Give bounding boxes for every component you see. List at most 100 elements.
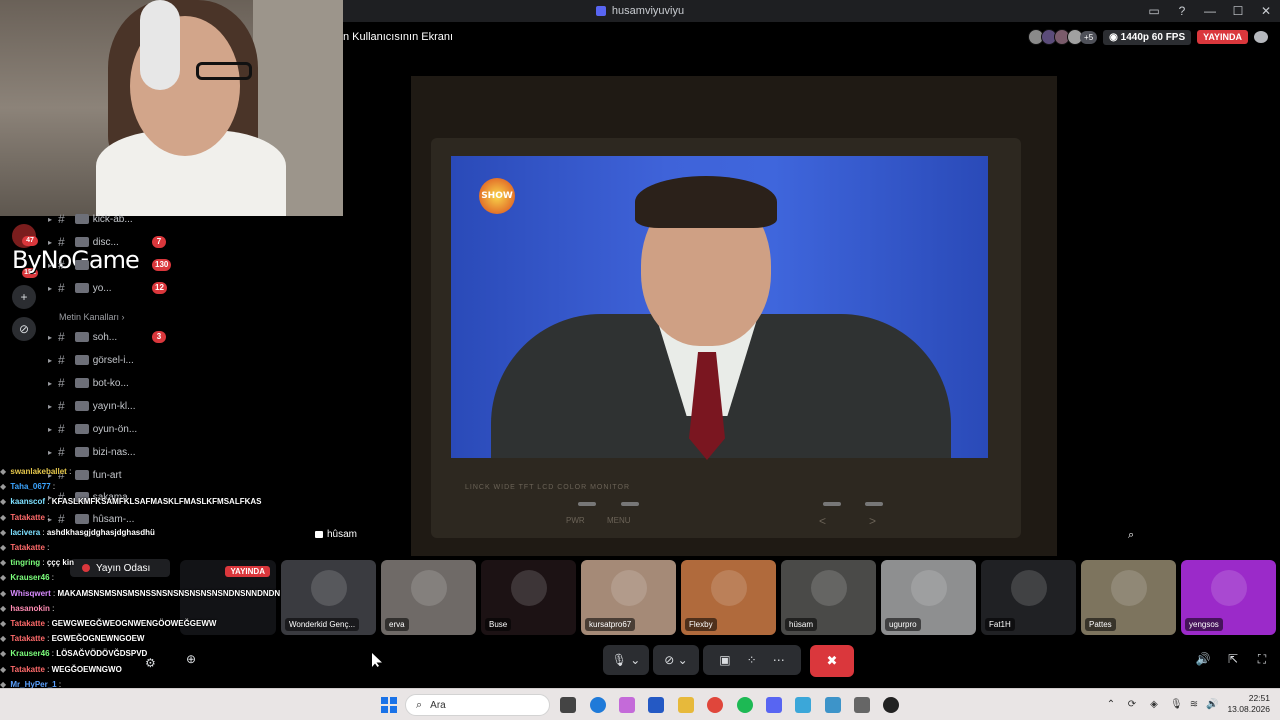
chevron-down-icon[interactable]: ⌄ — [678, 653, 688, 667]
windows-start-icon[interactable] — [381, 697, 397, 713]
chevron-right-icon[interactable]: ▸ — [48, 425, 52, 434]
popout-icon[interactable]: ⇱ — [1224, 652, 1242, 670]
chevron-right-icon[interactable]: ▸ — [48, 261, 52, 270]
add-server-icon[interactable]: + — [12, 285, 36, 309]
participant-tile[interactable]: ugurpro — [881, 560, 976, 635]
more-icon[interactable]: ⋯ — [773, 653, 785, 667]
left-button — [823, 502, 841, 506]
help-icon[interactable]: ? — [1168, 4, 1196, 18]
chevron-up-icon[interactable]: ⌃ — [1105, 699, 1117, 711]
chat-message: ◆ lacivera : ashdkhasgjdghasjdghasdhü — [0, 525, 300, 540]
chrome-icon[interactable] — [707, 697, 723, 713]
file-explorer-icon[interactable] — [678, 697, 694, 713]
copilot-icon[interactable] — [619, 697, 635, 713]
disconnect-button[interactable]: ✖ — [810, 645, 854, 677]
streamer-name-label: hûsam — [315, 529, 357, 540]
activities-icon[interactable]: ⁘ — [747, 653, 757, 667]
participant-tile[interactable]: hüsam — [781, 560, 876, 635]
wifi-icon[interactable]: ≋ — [1188, 699, 1200, 711]
viewer-more-count: +5 — [1080, 30, 1098, 44]
discover-icon[interactable]: ⊘ — [12, 317, 36, 341]
participant-tile[interactable]: erva — [381, 560, 476, 635]
chevron-down-icon[interactable]: ⌄ — [630, 653, 640, 667]
participant-tile[interactable]: Buse — [481, 560, 576, 635]
channel-item[interactable]: ▸ #130 — [40, 256, 172, 274]
viewer-avatars[interactable]: +5 — [1028, 29, 1098, 45]
chat-badge-icon: ◆ — [0, 467, 9, 476]
zoom-icon[interactable]: ⌕ — [1128, 529, 1142, 543]
screen-share-icon[interactable]: ▣ — [719, 653, 730, 667]
discord-stream-window: husamviyuviyu ▭ ? — ☐ ✕ n Kullanıcısının… — [0, 0, 1280, 720]
chat-badge-icon: ◆ — [0, 664, 9, 674]
chat-separator: : — [44, 634, 52, 644]
chevron-right-icon[interactable]: ▸ — [48, 238, 52, 247]
stream-video[interactable]: SHOW LINCK WIDE TFT LCD COLOR MONITOR PW… — [411, 76, 1057, 556]
channel-item[interactable]: ▸ # bot-ko... — [40, 374, 129, 392]
chat-username: lacivera — [10, 527, 41, 537]
channel-item[interactable]: ▸ # soh... 3 — [40, 328, 166, 346]
microphone-tray-icon[interactable]: 🎙 — [1170, 699, 1183, 711]
channel-item[interactable]: ▸ # görsel-i... — [40, 351, 134, 369]
spotify-icon[interactable] — [737, 697, 753, 713]
chevron-right-icon[interactable]: ▸ — [48, 284, 52, 293]
store-icon[interactable] — [648, 697, 664, 713]
chevron-right-icon[interactable]: ▸ — [48, 215, 52, 224]
channel-emoji-icon — [74, 378, 89, 388]
chevron-right-icon[interactable]: ▸ — [48, 379, 52, 388]
channel-item[interactable]: ▸ # disc... 7 — [40, 233, 166, 251]
microphone-button[interactable]: 🎙 ⌄ — [603, 645, 649, 675]
chat-username: tingring — [10, 558, 41, 568]
chat-bubble-icon[interactable] — [1254, 31, 1268, 43]
chevron-right-icon[interactable]: ▸ — [48, 333, 52, 342]
app-tray-icon[interactable]: ◈ — [1148, 699, 1160, 711]
chat-username: Tatakatte — [10, 619, 45, 629]
minimize-button[interactable]: — — [1196, 4, 1224, 18]
settings-icon[interactable] — [854, 697, 870, 713]
taskbar-clock[interactable]: 22:51 13.08.2026 — [1222, 693, 1270, 715]
channel-item[interactable]: ▸ # kick-ab... — [40, 210, 133, 228]
chat-separator: : — [49, 573, 54, 583]
fullscreen-icon[interactable]: ⛶ — [1253, 652, 1271, 670]
chat-message: ◆ Tatakatte : EGWEĞOGNEWNGOEW — [0, 631, 300, 646]
channel-item[interactable]: ▸ # oyun-ön... — [40, 420, 137, 438]
unread-count-badge: 7 — [152, 236, 166, 248]
close-button[interactable]: ✕ — [1252, 4, 1280, 18]
participant-tile[interactable]: Flexby — [681, 560, 776, 635]
chat-separator: : — [50, 482, 56, 492]
discord-taskbar-icon[interactable] — [766, 697, 782, 713]
chat-text: LÖSAĞVÖDÖVĞDSPVD — [56, 649, 148, 659]
speaker-tray-icon[interactable]: 🔊 — [1206, 699, 1218, 711]
obs-icon[interactable] — [883, 697, 899, 713]
unread-count-badge: 130 — [152, 259, 172, 271]
live-badge: YAYINDA — [1197, 30, 1248, 44]
inbox-icon[interactable]: ▭ — [1140, 4, 1168, 18]
participant-tile[interactable]: yengsos — [1181, 560, 1276, 635]
maximize-button[interactable]: ☐ — [1224, 4, 1252, 18]
chevron-right-icon[interactable]: ▸ — [48, 356, 52, 365]
channel-item[interactable]: ▸ # bizi-nas... — [40, 443, 135, 461]
participant-tile[interactable]: kursatpro67 — [581, 560, 676, 635]
right-button — [865, 502, 883, 506]
taskbar-search[interactable]: ⌕ Ara — [405, 694, 550, 716]
channel-emoji-icon — [74, 260, 89, 270]
volume-icon[interactable]: 🔊 — [1194, 652, 1212, 670]
app-icon[interactable] — [825, 697, 841, 713]
chat-text: ççç kin — [46, 558, 74, 568]
task-view-icon[interactable] — [560, 697, 576, 713]
edge-icon[interactable] — [590, 697, 606, 713]
network-icon[interactable]: ⟳ — [1126, 699, 1138, 711]
participant-tile[interactable]: Fat1H — [981, 560, 1076, 635]
chat-username: Tatakatte — [10, 634, 45, 644]
chat-separator: : — [66, 467, 72, 476]
channel-item[interactable]: ▸ # yayın-kl... — [40, 397, 135, 415]
chat-badge-icon: ◆ — [0, 634, 9, 644]
stream-header-right: +5 ◉ 1440p 60 FPS YAYINDA — [1028, 26, 1268, 48]
chat-message: ◆ Tatakatte : — [0, 510, 300, 525]
chevron-right-icon[interactable]: ▸ — [48, 448, 52, 457]
channel-item[interactable]: ▸ # yo... 12 — [40, 279, 167, 297]
participant-tile[interactable]: Pattes — [1081, 560, 1176, 635]
show-tv-logo: SHOW — [479, 178, 515, 214]
chevron-right-icon[interactable]: ▸ — [48, 402, 52, 411]
camera-button[interactable]: ⊘ ⌄ — [653, 645, 699, 675]
app-icon[interactable] — [795, 697, 811, 713]
